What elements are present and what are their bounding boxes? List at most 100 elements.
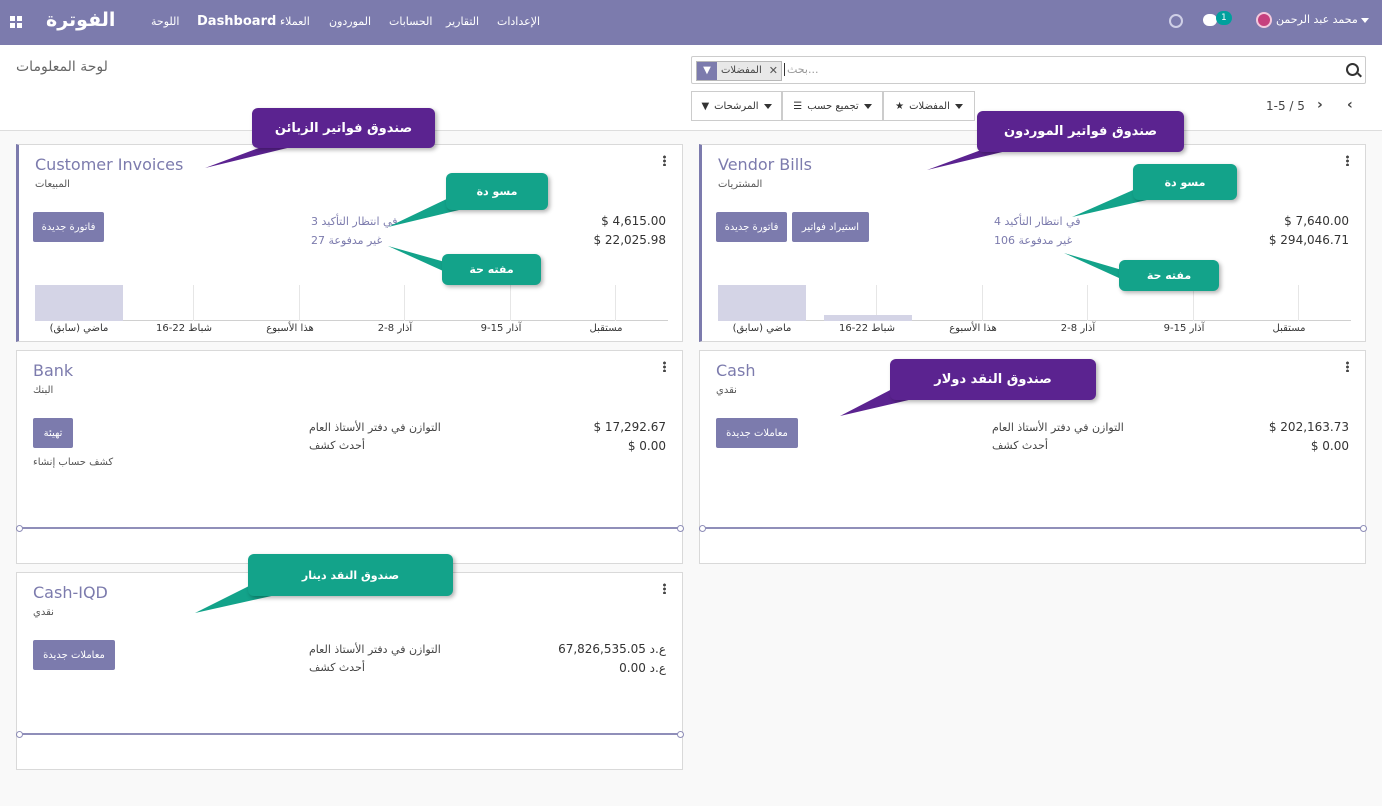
search-icon[interactable] <box>1346 63 1359 76</box>
chart-gridline <box>1087 285 1088 321</box>
card-title[interactable]: Vendor Bills <box>718 155 812 174</box>
chart-baseline <box>718 320 1351 321</box>
card-subtitle: المشتريات <box>718 179 763 190</box>
search-facet[interactable]: ▼ المفضلات ✕ <box>696 61 782 81</box>
search-input[interactable]: بحث... <box>784 63 818 76</box>
chart-axis-label: هذا الأسبوع <box>949 323 997 334</box>
favorites-label: المفضلات <box>909 100 950 112</box>
menu-item-vendors[interactable]: الموردون <box>329 15 371 28</box>
chart-gridline <box>404 285 405 321</box>
card-title[interactable]: Customer Invoices <box>35 155 183 174</box>
unpaid-link[interactable]: غير مدفوعة 27 <box>311 234 382 247</box>
card-title[interactable]: Bank <box>33 361 73 380</box>
filters-button[interactable]: ▼ المرشحات <box>691 91 782 121</box>
new-transaction-button[interactable]: معاملات جديدة <box>33 640 115 670</box>
unpaid-amount: $ 22,025.98 <box>593 233 666 247</box>
top-navbar: الفوترة اللوحة Dashboard العملاء الموردو… <box>0 0 1382 45</box>
chart-gridline <box>982 285 983 321</box>
vendor-bills-card: Vendor Bills المشتريات فاتورة جديدة استي… <box>699 144 1366 342</box>
filters-label: المرشحات <box>714 100 759 112</box>
gl-balance-label: التوازن في دفتر الأستاذ العام <box>309 643 441 656</box>
last-statement-amount: $ 0.00 <box>627 439 666 453</box>
chevron-down-icon <box>954 103 963 109</box>
chart-bar[interactable] <box>718 285 806 321</box>
to-confirm-link[interactable]: في انتظار التأكيد 3 <box>311 215 397 228</box>
callout-open: مفته حة <box>1119 260 1219 291</box>
create-statement-link[interactable]: كشف حساب إنشاء <box>33 457 113 468</box>
gl-balance-amount: $ 17,292.67 <box>593 420 666 434</box>
chevron-down-icon <box>763 103 772 109</box>
menu-item-reports[interactable]: التقارير <box>446 15 479 28</box>
setup-button[interactable]: تهيئة <box>33 418 73 448</box>
star-icon: ★ <box>895 100 905 112</box>
new-transaction-button[interactable]: معاملات جديدة <box>716 418 798 448</box>
gl-balance-label: التوازن في دفتر الأستاذ العام <box>992 421 1124 434</box>
chart-gridline <box>615 285 616 321</box>
chevron-down-icon <box>863 103 872 109</box>
new-bill-button[interactable]: فاتورة جديدة <box>716 212 787 242</box>
to-confirm-link[interactable]: في انتظار التأكيد 4 <box>994 215 1080 228</box>
menu-item-panel[interactable]: اللوحة <box>151 15 179 28</box>
favorites-button[interactable]: ★ المفضلات <box>883 91 975 121</box>
search-bar[interactable]: ▼ المفضلات ✕ بحث... <box>691 56 1366 84</box>
invoice-aging-chart <box>35 285 668 321</box>
chart-axis-label: (ماضي (سابق <box>49 323 109 334</box>
menu-item-accounts[interactable]: الحسابات <box>389 15 432 28</box>
chart-axis-label: شباط 22-16 <box>839 323 895 334</box>
activity-clock-icon[interactable] <box>1169 14 1183 28</box>
chart-baseline <box>35 320 668 321</box>
chat-icon[interactable] <box>1203 14 1217 26</box>
filter-funnel-icon: ▼ <box>697 62 717 80</box>
list-icon: ☰ <box>793 100 803 112</box>
chart-gridline <box>299 285 300 321</box>
chevron-down-icon <box>1361 17 1370 23</box>
to-confirm-amount: $ 4,615.00 <box>601 214 666 228</box>
chart-axis-label: مستقبل <box>1272 323 1306 334</box>
balance-line-graph <box>16 731 684 738</box>
menu-item-dashboard[interactable]: Dashboard <box>197 14 276 29</box>
bank-card: Bank البنك تهيئة كشف حساب إنشاء التوازن … <box>16 350 684 564</box>
chart-bar[interactable] <box>824 315 912 321</box>
chart-axis-label: هذا الأسبوع <box>266 323 314 334</box>
chart-gridline <box>1298 285 1299 321</box>
funnel-icon: ▼ <box>701 100 710 112</box>
user-name: محمد عبد الرحمن <box>1276 13 1358 26</box>
menu-item-settings[interactable]: الإعدادات <box>497 15 540 28</box>
user-avatar[interactable] <box>1256 12 1272 28</box>
card-menu-icon[interactable] <box>1346 155 1349 166</box>
card-subtitle: نقدي <box>33 607 54 618</box>
user-menu[interactable]: محمد عبد الرحمن <box>1276 13 1370 26</box>
last-statement-label: أحدث كشف <box>309 661 365 674</box>
chart-axis-label: آذار 8-2 <box>1060 323 1096 334</box>
unpaid-link[interactable]: غير مدفوعة 106 <box>994 234 1072 247</box>
card-title[interactable]: Cash <box>716 361 755 380</box>
card-subtitle: نقدي <box>716 385 737 396</box>
card-menu-icon[interactable] <box>663 155 666 166</box>
callout-draft: مسو دة <box>1133 164 1237 200</box>
chart-axis-label: شباط 22-16 <box>156 323 212 334</box>
callout-customer-invoices: صندوق فواتير الزبائن <box>252 108 435 148</box>
card-menu-icon[interactable] <box>663 583 666 594</box>
pager-next-icon[interactable]: › <box>1317 97 1323 113</box>
new-invoice-button[interactable]: فاتورة جديدة <box>33 212 104 242</box>
gl-balance-amount: $ 202,163.73 <box>1268 420 1349 434</box>
pager-value[interactable]: 1-5 / 5 <box>1266 99 1305 113</box>
app-brand: الفوترة <box>46 9 116 31</box>
card-subtitle: المبيعات <box>35 179 70 190</box>
chart-gridline <box>193 285 194 321</box>
group-by-button[interactable]: ☰ تجميع حسب <box>782 91 883 121</box>
page-title: لوحة المعلومات <box>16 59 108 75</box>
card-menu-icon[interactable] <box>663 361 666 372</box>
remove-facet-icon[interactable]: ✕ <box>765 62 781 80</box>
card-title[interactable]: Cash-IQD <box>33 583 108 602</box>
group-by-label: تجميع حسب <box>807 100 859 112</box>
apps-grid-icon[interactable] <box>10 16 22 28</box>
last-statement-amount: $ 0.00 <box>1310 439 1349 453</box>
menu-item-customers[interactable]: العملاء <box>280 15 310 28</box>
import-bills-button[interactable]: استيراد فواتير <box>792 212 869 242</box>
chat-count-badge: 1 <box>1216 11 1232 25</box>
card-menu-icon[interactable] <box>1346 361 1349 372</box>
unpaid-amount: $ 294,046.71 <box>1268 233 1349 247</box>
chart-bar[interactable] <box>35 285 123 321</box>
pager-prev-icon[interactable]: ‹ <box>1347 97 1353 113</box>
